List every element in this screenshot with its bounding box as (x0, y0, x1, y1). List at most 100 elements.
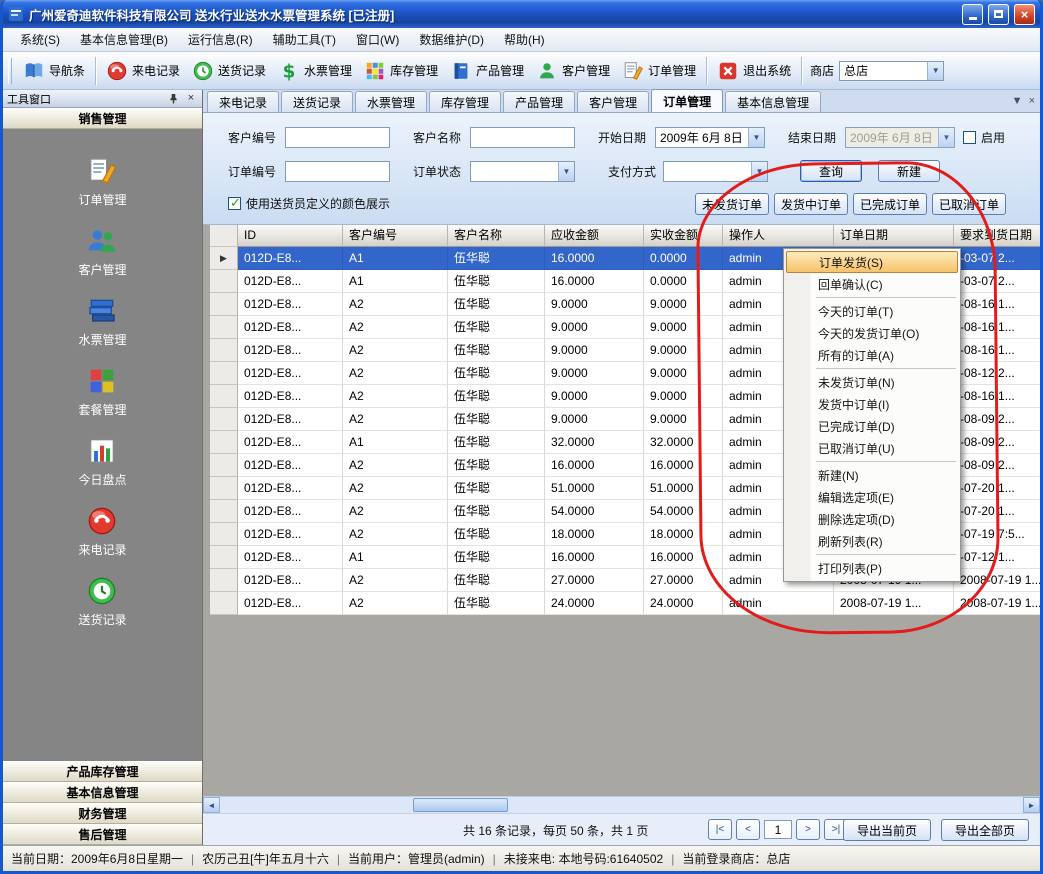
store-select[interactable]: 总店 ▼ (839, 61, 944, 81)
context-menu-item[interactable]: 今天的发货订单(O) (786, 322, 958, 344)
sidebar-section[interactable]: 售后管理 (3, 824, 202, 845)
menu-item[interactable]: 窗口(W) (347, 28, 408, 51)
sidebar-item-package[interactable]: 套餐管理 (78, 365, 126, 418)
scroll-left-icon[interactable]: ◄ (203, 797, 220, 813)
tab[interactable]: 客户管理 (577, 91, 649, 112)
export-current-page-button[interactable]: 导出当前页 (843, 819, 931, 841)
query-button[interactable]: 查询 (800, 160, 862, 182)
toolbar-exit-button[interactable]: 退出系统 (711, 56, 797, 86)
tab[interactable]: 送货记录 (281, 91, 353, 112)
context-menu-item[interactable]: 所有的订单(A) (786, 344, 958, 366)
row-indicator (210, 431, 238, 454)
menu-item[interactable]: 数据维护(D) (410, 28, 493, 51)
sidebar-item-delivery-log[interactable]: 送货记录 (78, 575, 126, 628)
minimize-button[interactable] (962, 4, 983, 25)
start-date-picker[interactable]: 2009年 6月 8日▼ (655, 127, 765, 148)
next-page-button[interactable]: > (796, 819, 820, 840)
context-menu-item[interactable]: 回单确认(C) (786, 273, 958, 295)
order-status-filter-button[interactable]: 已完成订单 (853, 193, 927, 215)
enable-end-date-checkbox[interactable] (963, 131, 976, 144)
toolbar-ticket-button[interactable]: $ 水票管理 (272, 56, 358, 86)
page-number-input[interactable] (764, 820, 792, 839)
column-header[interactable]: ID (238, 225, 343, 247)
tab[interactable]: 水票管理 (355, 91, 427, 112)
menu-item[interactable]: 运行信息(R) (179, 28, 262, 51)
app-icon[interactable] (8, 6, 24, 22)
column-header[interactable]: 实收金额 (644, 225, 723, 247)
row-indicator (210, 385, 238, 408)
order-status-filter-button[interactable]: 发货中订单 (774, 193, 848, 215)
context-menu-item[interactable]: 编辑选定项(E) (786, 486, 958, 508)
toolbar-order-button[interactable]: 订单管理 (616, 56, 702, 86)
sidebar-section-sales[interactable]: 销售管理 (3, 108, 202, 129)
sidebar-section[interactable]: 产品库存管理 (3, 761, 202, 782)
tool-window-close-button[interactable]: × (184, 92, 198, 106)
context-menu-item[interactable]: 订单发货(S) (786, 251, 958, 273)
row-indicator (210, 293, 238, 316)
column-header[interactable]: 应收金额 (545, 225, 644, 247)
table-row[interactable]: 012D-E8... A2 伍华聪 24.0000 24.0000 admin … (210, 592, 1040, 615)
scroll-right-icon[interactable]: ► (1023, 797, 1040, 813)
toolbar-customer-button[interactable]: 客户管理 (530, 56, 616, 86)
tab[interactable]: 来电记录 (207, 91, 279, 112)
context-menu-item[interactable]: 新建(N) (786, 464, 958, 486)
context-menu-item[interactable]: 刷新列表(R) (786, 530, 958, 552)
color-display-checkbox[interactable] (228, 197, 241, 210)
export-all-pages-button[interactable]: 导出全部页 (941, 819, 1029, 841)
column-header[interactable]: 客户名称 (448, 225, 545, 247)
tab[interactable]: 订单管理 (651, 89, 723, 112)
sidebar-item-customer[interactable]: 客户管理 (78, 225, 126, 278)
maximize-button[interactable] (988, 4, 1009, 25)
first-page-button[interactable]: |< (708, 819, 732, 840)
context-menu-item[interactable]: 已取消订单(U) (786, 437, 958, 459)
sidebar-section[interactable]: 财务管理 (3, 803, 202, 824)
sidebar-item-call-log[interactable]: 来电记录 (78, 505, 126, 558)
customer-no-input[interactable] (285, 127, 390, 148)
close-button[interactable]: × (1014, 4, 1035, 25)
tab-close-icon[interactable]: × (1029, 94, 1035, 108)
menu-item[interactable]: 帮助(H) (495, 28, 554, 51)
tab[interactable]: 基本信息管理 (725, 91, 821, 112)
toolbar-product-button[interactable]: 产品管理 (444, 56, 530, 86)
menu-item[interactable]: 系统(S) (11, 28, 69, 51)
pin-button[interactable] (166, 92, 180, 106)
column-header[interactable]: 订单日期 (834, 225, 954, 247)
column-header[interactable]: 操作人 (723, 225, 834, 247)
row-indicator (210, 592, 238, 615)
sidebar-section[interactable]: 基本信息管理 (3, 782, 202, 803)
menu-item[interactable]: 辅助工具(T) (264, 28, 345, 51)
horizontal-scrollbar[interactable]: ◄ ► (203, 796, 1040, 813)
toolbar-call-log-button[interactable]: 来电记录 (100, 56, 186, 86)
pay-method-select[interactable]: ▼ (663, 161, 768, 182)
toolbar-inventory-button[interactable]: 库存管理 (358, 56, 444, 86)
row-indicator (210, 569, 238, 592)
toolbar-nav-button[interactable]: 导航条 (17, 56, 91, 86)
sidebar-item-ticket[interactable]: 水票管理 (78, 295, 126, 348)
sidebar-item-order[interactable]: 订单管理 (78, 155, 126, 208)
toolbar-delivery-log-button[interactable]: 送货记录 (186, 56, 272, 86)
column-header[interactable]: 客户编号 (343, 225, 448, 247)
tab[interactable]: 库存管理 (429, 91, 501, 112)
tab-list-dropdown-icon[interactable]: ▼ (1012, 94, 1023, 108)
sidebar-item-daily-check[interactable]: 今日盘点 (78, 435, 126, 488)
column-header[interactable]: 要求到货日期 (954, 225, 1040, 247)
context-menu-item[interactable]: 未发货订单(N) (786, 371, 958, 393)
context-menu-item[interactable]: 打印列表(P) (786, 557, 958, 579)
context-menu-item[interactable]: 今天的订单(T) (786, 300, 958, 322)
context-menu-item[interactable]: 删除选定项(D) (786, 508, 958, 530)
prev-page-button[interactable]: < (736, 819, 760, 840)
order-no-input[interactable] (285, 161, 390, 182)
customer-name-input[interactable] (470, 127, 575, 148)
customer-no-label: 客户编号 (228, 127, 276, 149)
order-status-filter-button[interactable]: 已取消订单 (932, 193, 1006, 215)
menu-item[interactable]: 基本信息管理(B) (71, 28, 177, 51)
end-date-picker[interactable]: 2009年 6月 8日▼ (845, 127, 955, 148)
context-menu-item[interactable]: 已完成订单(D) (786, 415, 958, 437)
order-status-filter-button[interactable]: 未发货订单 (695, 193, 769, 215)
scrollbar-thumb[interactable] (413, 798, 508, 812)
new-button[interactable]: 新建 (878, 160, 940, 182)
order-status-select[interactable]: ▼ (470, 161, 575, 182)
tab[interactable]: 产品管理 (503, 91, 575, 112)
context-menu-item[interactable]: 发货中订单(I) (786, 393, 958, 415)
toolbar-grip[interactable] (8, 58, 12, 84)
